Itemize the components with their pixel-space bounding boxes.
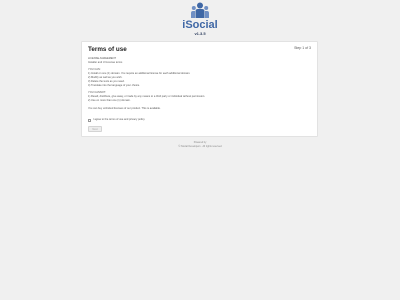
footer: Powered by © iSocial Developers · All ri…: [0, 141, 400, 149]
footer-line: © iSocial Developers · All rights reserv…: [178, 144, 222, 148]
people-icon: [191, 2, 209, 18]
agree-label[interactable]: I agree to the terms of use and privacy …: [93, 118, 145, 122]
terms-text: LICENSE AGREEMENT Installer and UI Licen…: [88, 57, 313, 110]
brand-name: iSocial: [182, 19, 218, 31]
brand-header: iSocial v1.3.5: [0, 2, 400, 37]
agree-row[interactable]: I agree to the terms of use and privacy …: [88, 118, 145, 122]
agree-checkbox[interactable]: [88, 118, 91, 122]
step-indicator: Step 1 of 3: [294, 46, 311, 50]
version-label: v1.3.5: [194, 31, 206, 36]
page-title: Terms of use: [88, 46, 127, 53]
terms-card: Terms of use Step 1 of 3 LICENSE AGREEME…: [81, 41, 318, 137]
next-button[interactable]: Next: [88, 126, 102, 132]
terms-line: You can buy unlimited licenses of our pr…: [88, 106, 161, 110]
